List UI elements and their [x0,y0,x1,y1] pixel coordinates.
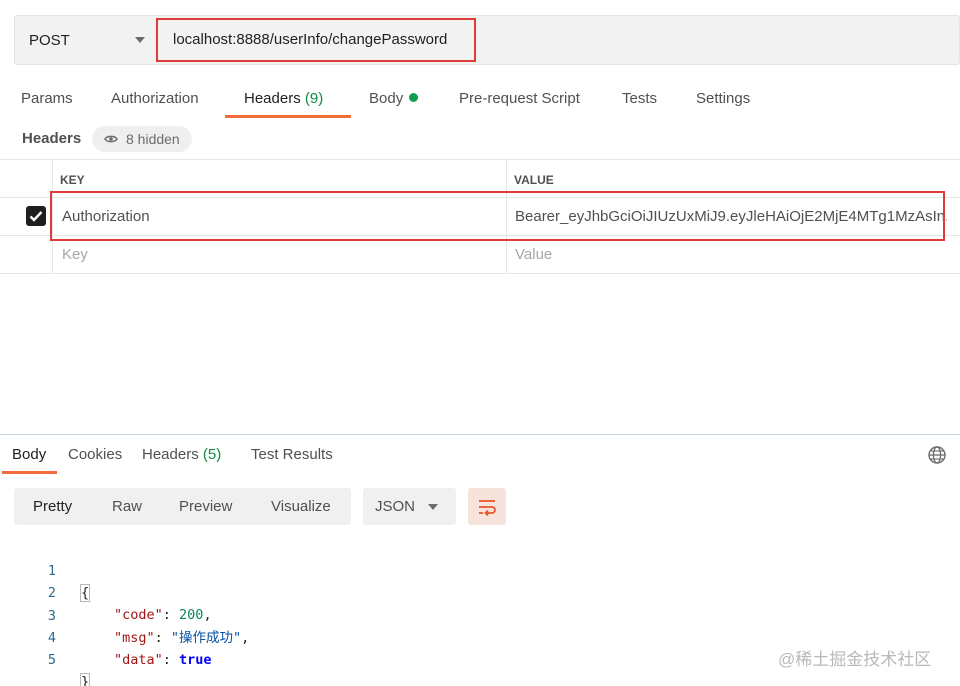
pane-divider[interactable] [0,434,960,435]
chevron-down-icon [428,504,438,510]
eye-icon [104,135,118,143]
tab-cookies[interactable]: Cookies [68,446,122,463]
request-tabs: Params Authorization Headers (9) Body Pr… [0,86,960,120]
headers-title: Headers [22,130,82,147]
json-close-brace: } [80,673,91,686]
wrap-lines-button[interactable] [468,488,506,525]
tab-label: Authorization [111,90,199,107]
code-line: 1 { [0,538,700,602]
json-key: "data" [114,652,163,668]
code-line: 5 } [0,627,700,686]
code-line: 2 "code": 200, [0,560,700,623]
tab-body[interactable]: Body [369,86,419,120]
tab-response-headers[interactable]: Headers (5) [142,446,221,463]
headers-count: (9) [304,90,324,107]
tab-test-results[interactable]: Test Results [251,446,333,463]
code-line: 4 "data": true [0,605,700,668]
active-tab-indicator [225,115,351,118]
response-headers-count: (5) [202,446,222,463]
tab-label: Params [21,90,73,107]
line-number: 5 [47,652,56,668]
tab-label: Headers [142,446,199,463]
tab-settings[interactable]: Settings [696,86,750,120]
code-line: 3 "msg": "操作成功", [0,583,700,646]
chevron-down-icon[interactable] [135,37,145,43]
view-preview-button[interactable]: Preview [179,488,232,525]
tab-response-body[interactable]: Body [12,446,46,463]
tab-label: Tests [622,90,658,107]
green-dot-icon [409,93,419,102]
auth-row-highlight-box [50,191,945,241]
wrap-lines-icon [479,499,496,516]
method-select[interactable]: POST [15,16,153,64]
new-key-input[interactable]: Key [62,236,88,273]
tab-authorization[interactable]: Authorization [111,86,199,120]
globe-icon[interactable] [927,445,947,465]
view-visualize-button[interactable]: Visualize [271,488,331,525]
tab-label: Settings [696,90,751,107]
url-highlight-box [156,18,476,62]
json-value: true [179,652,212,668]
tab-label: Headers [244,90,301,107]
tab-params[interactable]: Params [21,86,73,120]
new-value-input[interactable]: Value [515,236,552,273]
tab-pre-request-script[interactable]: Pre-request Script [459,86,580,120]
row-enabled-checkbox[interactable] [26,206,46,226]
format-label: JSON [375,498,416,515]
hidden-count-label: 8 hidden [126,131,180,147]
view-mode-group: Pretty Raw Preview Visualize [14,488,351,525]
view-raw-button[interactable]: Raw [112,488,142,525]
tab-label: Pre-request Script [459,90,580,107]
watermark: @稀土掘金技术社区 [778,650,932,669]
active-response-tab-indicator [2,471,57,474]
check-icon [29,211,43,222]
tab-tests[interactable]: Tests [622,86,657,120]
method-label: POST [29,31,70,49]
tab-label: Body [369,90,404,107]
hidden-headers-toggle[interactable]: 8 hidden [92,126,192,152]
format-select[interactable]: JSON [363,488,456,525]
view-pretty-button[interactable]: Pretty [33,488,72,525]
